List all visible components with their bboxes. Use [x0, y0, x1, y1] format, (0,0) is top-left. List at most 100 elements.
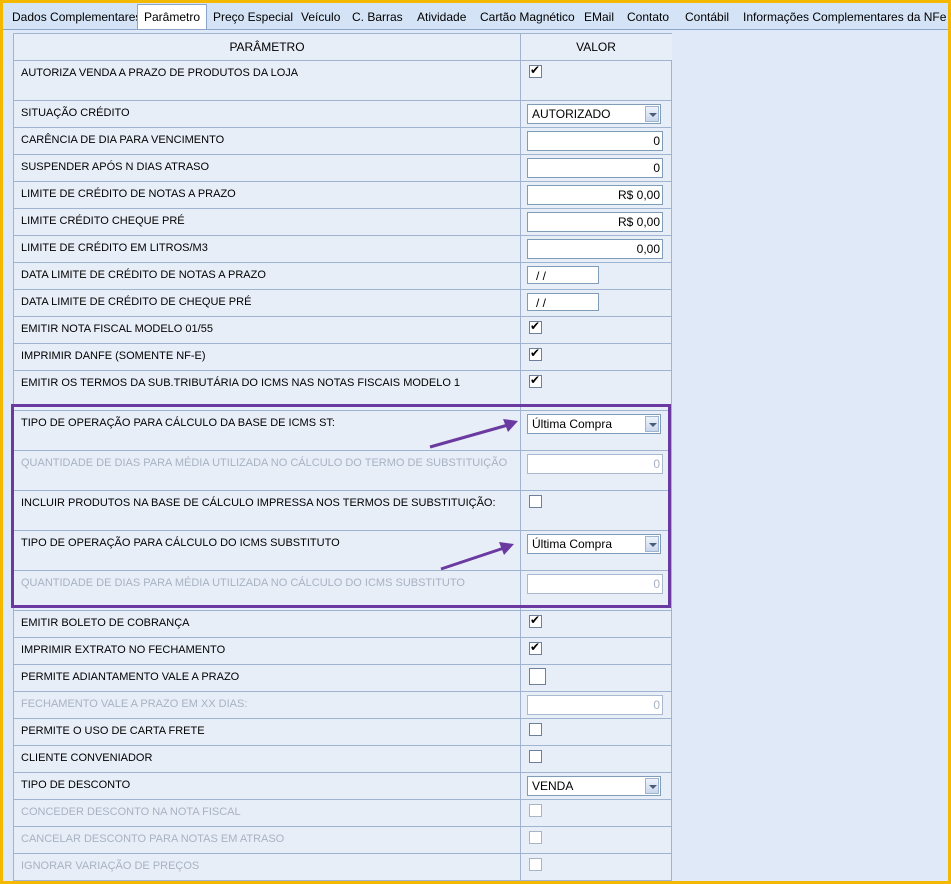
row-checkbox[interactable] [529, 346, 542, 361]
row-label: EMITIR BOLETO DE COBRANÇA [21, 617, 190, 629]
grid-row: EMITIR BOLETO DE COBRANÇA [14, 611, 672, 638]
row-value-cell: R$ 0,00 [521, 182, 671, 208]
grid-row: PERMITE O USO DE CARTA FRETE [14, 719, 672, 746]
row-checkbox[interactable] [529, 640, 542, 655]
grid-row: CONCEDER DESCONTO NA NOTA FISCAL [14, 800, 672, 827]
chevron-down-icon[interactable] [645, 778, 659, 794]
row-label: IMPRIMIR DANFE (SOMENTE NF-E) [21, 350, 206, 362]
grid-header: PARÂMETRO VALOR [14, 34, 672, 61]
row-value-cell: AUTORIZADO [521, 101, 671, 127]
row-select[interactable]: Última Compra [527, 534, 661, 554]
row-value-cell: VENDA [521, 773, 671, 799]
row-label-cell: TIPO DE OPERAÇÃO PARA CÁLCULO DA BASE DE… [14, 411, 521, 450]
row-checkbox[interactable] [529, 613, 542, 628]
row-label: TIPO DE OPERAÇÃO PARA CÁLCULO DO ICMS SU… [21, 537, 340, 549]
grid-row: LIMITE DE CRÉDITO EM LITROS/M3 0,00 [14, 236, 672, 263]
tab-c-barras[interactable]: C. Barras [350, 7, 405, 27]
row-checkbox [529, 831, 542, 844]
chevron-down-icon[interactable] [645, 106, 659, 122]
row-value-cell [521, 317, 671, 343]
row-value-cell: 0 [521, 692, 671, 718]
row-value-cell [521, 800, 671, 826]
row-label-cell: IMPRIMIR DANFE (SOMENTE NF-E) [14, 344, 521, 370]
row-checkbox[interactable] [529, 63, 542, 78]
row-label: LIMITE DE CRÉDITO DE NOTAS A PRAZO [21, 188, 236, 200]
row-label: FECHAMENTO VALE A PRAZO EM XX DIAS: [21, 698, 248, 710]
row-label-cell: CLIENTE CONVENIADOR [14, 746, 521, 772]
row-label-cell: TIPO DE OPERAÇÃO PARA CÁLCULO DO ICMS SU… [14, 531, 521, 570]
row-date-input[interactable]: / / [527, 293, 599, 311]
grid-row: DATA LIMITE DE CRÉDITO DE CHEQUE PRÉ / / [14, 290, 672, 317]
row-value-cell [521, 854, 671, 880]
row-label: CARÊNCIA DE DIA PARA VENCIMENTO [21, 134, 225, 146]
row-date-input[interactable]: / / [527, 266, 599, 284]
row-input[interactable]: 0,00 [527, 239, 663, 259]
row-input: 0 [527, 454, 663, 474]
row-label: CONCEDER DESCONTO NA NOTA FISCAL [21, 806, 241, 818]
row-label: LIMITE CRÉDITO CHEQUE PRÉ [21, 215, 185, 227]
grid-row: DATA LIMITE DE CRÉDITO DE NOTAS A PRAZO /… [14, 263, 672, 290]
tab-email[interactable]: EMail [582, 7, 616, 27]
tab-pre-o-especial[interactable]: Preço Especial [211, 7, 295, 27]
window-frame: Dados Complementares Parâmetro Preço Espec… [0, 0, 951, 884]
row-label-cell: EMITIR NOTA FISCAL MODELO 01/55 [14, 317, 521, 343]
tab-par-metro[interactable]: Parâmetro [137, 4, 208, 29]
tab-cont-bil[interactable]: Contábil [683, 7, 731, 27]
row-input[interactable]: R$ 0,00 [527, 185, 663, 205]
row-value-cell: R$ 0,00 [521, 209, 671, 235]
row-label-cell: QUANTIDADE DE DIAS PARA MÉDIA UTILIZADA … [14, 571, 521, 610]
row-label-cell: DATA LIMITE DE CRÉDITO DE CHEQUE PRÉ [14, 290, 521, 316]
row-value-cell [521, 665, 671, 691]
row-input[interactable]: R$ 0,00 [527, 212, 663, 232]
row-label: PERMITE ADIANTAMENTO VALE A PRAZO [21, 671, 240, 683]
tab-contato[interactable]: Contato [625, 7, 671, 27]
row-checkbox[interactable] [529, 373, 542, 388]
row-value-cell [521, 746, 671, 772]
tab-atividade[interactable]: Atividade [415, 7, 468, 27]
row-value-cell: Última Compra [521, 411, 671, 450]
row-checkbox[interactable] [529, 723, 542, 736]
row-select[interactable]: VENDA [527, 776, 661, 796]
grid-row: INCLUIR PRODUTOS NA BASE DE CÁLCULO IMPR… [14, 491, 672, 531]
grid-row: SITUAÇÃO CRÉDITO AUTORIZADO [14, 101, 672, 128]
row-label-cell: IMPRIMIR EXTRATO NO FECHAMENTO [14, 638, 521, 664]
row-label-cell: PERMITE ADIANTAMENTO VALE A PRAZO [14, 665, 521, 691]
parameters-grid: PARÂMETRO VALOR AUTORIZA VENDA A PRAZO D… [13, 33, 672, 881]
chevron-down-icon[interactable] [645, 416, 659, 432]
row-label-cell: CANCELAR DESCONTO PARA NOTAS EM ATRASO [14, 827, 521, 853]
row-label: IMPRIMIR EXTRATO NO FECHAMENTO [21, 644, 226, 656]
row-label: DATA LIMITE DE CRÉDITO DE NOTAS A PRAZO [21, 269, 266, 281]
row-checkbox[interactable] [529, 319, 542, 334]
row-input[interactable]: 0 [527, 158, 663, 178]
row-checkbox [529, 858, 542, 871]
grid-row: CLIENTE CONVENIADOR [14, 746, 672, 773]
row-value-cell: Última Compra [521, 531, 671, 570]
row-value-cell: / / [521, 290, 671, 316]
row-value-cell: 0,00 [521, 236, 671, 262]
row-label-cell: DATA LIMITE DE CRÉDITO DE NOTAS A PRAZO [14, 263, 521, 289]
tab-cart-o-magn-tico[interactable]: Cartão Magnético [478, 7, 577, 27]
row-value-cell [521, 61, 671, 100]
row-value-cell [521, 827, 671, 853]
row-label-cell: CONCEDER DESCONTO NA NOTA FISCAL [14, 800, 521, 826]
row-select[interactable]: AUTORIZADO [527, 104, 661, 124]
row-checkbox[interactable] [529, 668, 546, 685]
tab-ve-culo[interactable]: Veículo [299, 7, 342, 27]
grid-row: PERMITE ADIANTAMENTO VALE A PRAZO [14, 665, 672, 692]
grid-row: QUANTIDADE DE DIAS PARA MÉDIA UTILIZADA … [14, 571, 672, 611]
grid-row: CARÊNCIA DE DIA PARA VENCIMENTO 0 [14, 128, 672, 155]
grid-row: SUSPENDER APÓS N DIAS ATRASO 0 [14, 155, 672, 182]
row-input[interactable]: 0 [527, 131, 663, 151]
tab-dados-complementares[interactable]: Dados Complementares [10, 7, 143, 27]
row-checkbox[interactable] [529, 495, 542, 508]
row-select[interactable]: Última Compra [527, 414, 661, 434]
grid-row: QUANTIDADE DE DIAS PARA MÉDIA UTILIZADA … [14, 451, 672, 491]
chevron-down-icon[interactable] [645, 536, 659, 552]
select-value: VENDA [532, 779, 574, 793]
grid-row: IGNORAR VARIAÇÃO DE PREÇOS [14, 854, 672, 881]
grid-row: CANCELAR DESCONTO PARA NOTAS EM ATRASO [14, 827, 672, 854]
row-value-cell [521, 611, 671, 637]
tab-informa-es-complementares-da-nfe[interactable]: Informações Complementares da NFe [741, 7, 948, 27]
row-checkbox[interactable] [529, 750, 542, 763]
row-label-cell: PERMITE O USO DE CARTA FRETE [14, 719, 521, 745]
